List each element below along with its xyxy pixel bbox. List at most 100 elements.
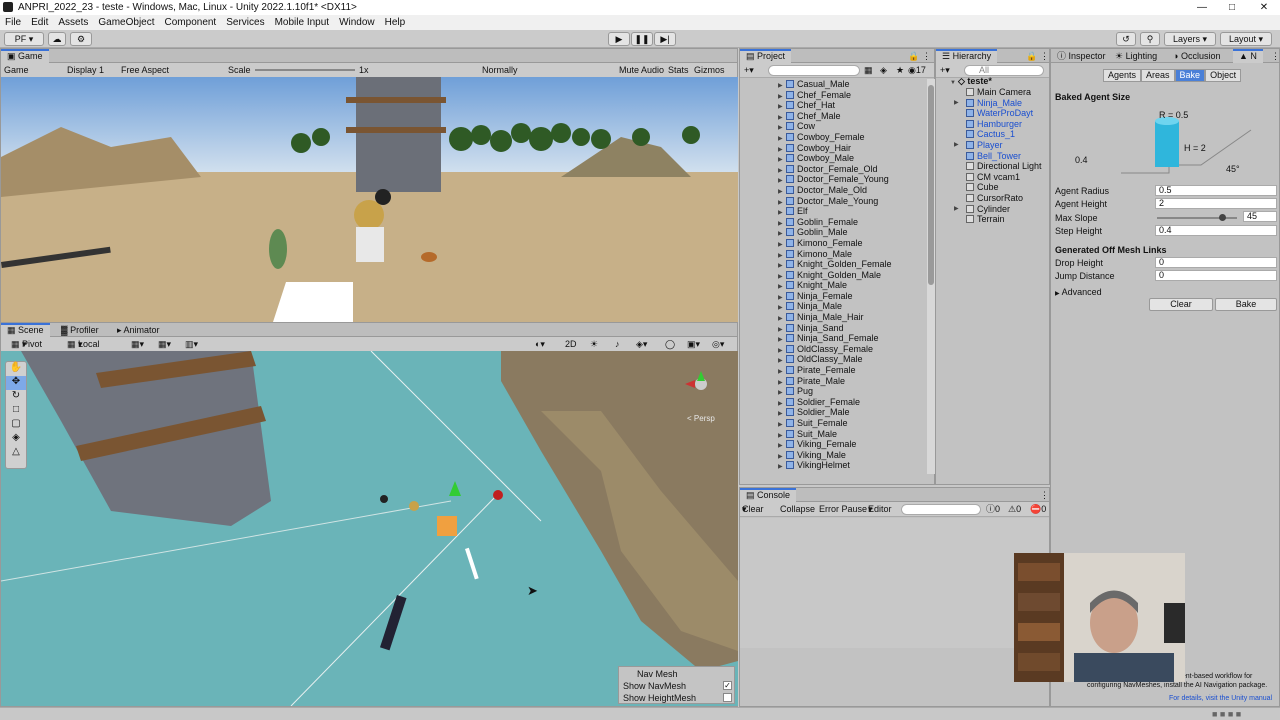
project-item[interactable]: ▶ Ninja_Male_Hair [778,312,928,323]
jump-distance-input[interactable]: 0 [1155,270,1277,281]
close-button[interactable]: ✕ [1249,0,1279,15]
project-item[interactable]: ▶ Chef_Male [778,111,928,122]
editor-dropdown[interactable]: Editor ▾ [868,502,892,517]
hierarchy-item[interactable]: ▶ Cylinder [954,204,1050,215]
error-pause-button[interactable]: Error Pause [819,502,867,517]
project-item[interactable]: ▶ Ninja_Sand_Female [778,333,928,344]
project-search-input[interactable] [768,65,860,76]
subtab-areas[interactable]: Areas [1141,69,1175,82]
warning-count[interactable]: ⚠ 0 [1008,502,1021,517]
console-log-area[interactable] [740,518,1049,648]
minimize-button[interactable]: — [1187,0,1217,15]
drop-height-input[interactable]: 0 [1155,257,1277,268]
step-height-input[interactable]: 0.4 [1155,225,1277,236]
tab-occlusion[interactable]: ◑ Occlusion [1167,49,1226,63]
hierarchy-kebab-icon[interactable]: ⋮ [1040,49,1049,63]
console-kebab-icon[interactable]: ⋮ [1040,488,1049,502]
persp-label[interactable]: < Persp [687,414,715,423]
hierarchy-item[interactable]: Main Camera [966,87,1050,98]
project-item[interactable]: ▶ Kimono_Male [778,249,928,260]
hierarchy-item[interactable]: Cube [966,182,1050,193]
project-item[interactable]: ▶ Kimono_Female [778,238,928,249]
inspector-kebab-icon[interactable]: ⋮ [1271,49,1280,63]
project-item[interactable]: ▶ Suit_Female [778,418,928,429]
lighting-toggle-icon[interactable]: ☀ [590,337,598,352]
project-scrollbar[interactable] [927,79,935,474]
rotate-tool-icon[interactable]: ↻ [6,390,26,404]
info-link[interactable]: For details, visit the Unity manual [1169,695,1272,702]
tab-navigation[interactable]: ▲ N [1233,49,1263,63]
kebab-menu-icon[interactable]: ⋮ [922,49,931,63]
project-item[interactable]: ▶ Pirate_Male [778,376,928,387]
transform-tool-icon[interactable]: ◈ [6,432,26,446]
agent-height-input[interactable]: 2 [1155,198,1277,209]
maximize-button[interactable]: □ [1217,0,1247,15]
snap-increment-icon[interactable]: ▦▾ [158,337,171,352]
project-item[interactable]: ▶ Suit_Male [778,429,928,440]
shading-mode-icon[interactable]: ◐▾ [535,337,545,352]
account-button[interactable]: PF ▾ [4,32,44,46]
history-icon[interactable]: ↺ [1116,32,1136,46]
hierarchy-item[interactable]: ▶ Ninja_Male [954,98,1050,109]
mode-2d-button[interactable]: 2D [565,337,577,352]
max-slope-input[interactable]: 45 [1243,211,1277,222]
hierarchy-item[interactable]: ▶ Player [954,140,1050,151]
project-item[interactable]: ▶ Goblin_Female [778,217,928,228]
project-item[interactable]: ▶ Pug [778,386,928,397]
stats-button[interactable]: Stats [668,63,689,78]
menu-mobile-input[interactable]: Mobile Input [270,15,334,30]
show-navmesh-checkbox[interactable]: ✓ [723,681,732,690]
scene-viewport[interactable]: < Persp ✋ ✥ ↻ □ ▢ ◈ △ ➤ Nav Mesh Show Na… [1,351,738,706]
grid-snap-icon[interactable]: ▦▾ [131,337,144,352]
camera-settings-icon[interactable]: ▣▾ [687,337,700,352]
max-slope-slider-thumb[interactable] [1219,214,1226,221]
subtab-object[interactable]: Object [1205,69,1242,82]
menu-assets[interactable]: Assets [53,15,93,30]
project-item[interactable]: ▶ Cowboy_Male [778,153,928,164]
tab-scene[interactable]: ▦ Scene [1,323,50,337]
subtab-agents[interactable]: Agents [1103,69,1142,82]
project-item[interactable]: ▶ Chef_Hat [778,100,928,111]
hierarchy-search-input[interactable]: All [964,65,1044,76]
advanced-foldout[interactable]: ▶ Advanced [1055,287,1102,297]
menu-services[interactable]: Services [221,15,269,30]
clear-button[interactable]: Clear [1149,298,1213,311]
audio-toggle-icon[interactable]: ♪ [615,337,620,352]
agent-radius-input[interactable]: 0.5 [1155,185,1277,196]
scale-slider[interactable] [255,69,355,71]
aspect-dropdown[interactable]: Free Aspect [121,63,169,78]
tab-animator[interactable]: ▸ Animator [111,323,166,337]
project-item[interactable]: ▶ Cow [778,121,928,132]
hierarchy-item[interactable]: CM vcam1 [966,172,1050,183]
project-item[interactable]: ▶ Doctor_Female_Old [778,164,928,175]
menu-component[interactable]: Component [160,15,222,30]
step-button[interactable]: ▶| [654,32,676,46]
scale-tool-icon[interactable]: □ [6,404,26,418]
cloud-icon[interactable]: ☁ [48,32,66,46]
expand-arrow-icon[interactable]: ▶ [778,462,786,473]
project-item[interactable]: ▶ Soldier_Male [778,407,928,418]
add-asset-icon[interactable]: +▾ [744,63,754,78]
console-search-input[interactable] [901,504,981,515]
filter-label-icon[interactable]: ◈ [880,63,887,78]
project-item[interactable]: ▶ Casual_Male [778,79,928,90]
hidden-objects-icon[interactable]: ◯ [665,337,675,352]
tab-profiler[interactable]: ▓ Profiler [55,323,105,337]
project-item[interactable]: ▶ Doctor_Male_Young [778,196,928,207]
tab-console[interactable]: ▤ Console [740,488,797,502]
menu-window[interactable]: Window [334,15,380,30]
game-mode-dropdown[interactable]: Game [4,63,29,78]
hierarchy-item[interactable]: Directional Light [966,161,1050,172]
max-slope-slider[interactable] [1157,214,1237,221]
project-item[interactable]: ▶ Knight_Golden_Female [778,259,928,270]
tab-inspector[interactable]: ⓘ Inspector [1051,49,1112,63]
hierarchy-item[interactable]: Cactus_1 [966,129,1050,140]
rect-tool-icon[interactable]: ▢ [6,418,26,432]
console-clear-button[interactable]: Clear ▾ [742,502,764,517]
project-item[interactable]: ▶ Elf [778,206,928,217]
lock-icon[interactable]: 🔒 [908,49,919,63]
project-item[interactable]: ▶ Knight_Male [778,280,928,291]
create-object-icon[interactable]: +▾ [940,63,950,78]
project-item[interactable]: ▶ Pirate_Female [778,365,928,376]
project-item[interactable]: ▶ VikingHelmet [778,460,928,471]
